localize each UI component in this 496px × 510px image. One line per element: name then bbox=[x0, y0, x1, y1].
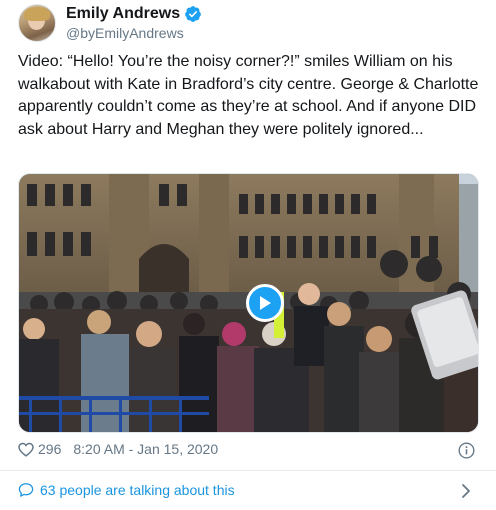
play-button[interactable] bbox=[246, 284, 284, 322]
divider bbox=[0, 470, 496, 471]
name-row: Emily Andrews bbox=[66, 4, 202, 23]
info-icon[interactable] bbox=[458, 442, 475, 459]
tweet-header: Emily Andrews @byEmilyAndrews bbox=[18, 4, 202, 42]
tweet-meta: 296 8:20 AM - Jan 15, 2020 bbox=[18, 441, 218, 457]
chevron-right-icon[interactable] bbox=[460, 483, 472, 499]
play-icon bbox=[260, 296, 271, 310]
video-player[interactable] bbox=[18, 173, 479, 433]
like-count[interactable]: 296 bbox=[38, 441, 61, 457]
display-name[interactable]: Emily Andrews bbox=[66, 4, 180, 23]
speech-bubble-icon bbox=[18, 483, 34, 497]
author-info: Emily Andrews @byEmilyAndrews bbox=[66, 4, 202, 42]
timestamp[interactable]: 8:20 AM - Jan 15, 2020 bbox=[73, 441, 218, 457]
avatar[interactable] bbox=[18, 4, 56, 42]
conversation-link[interactable]: 63 people are talking about this bbox=[18, 482, 235, 498]
tweet-text: Video: “Hello! You’re the noisy corner?!… bbox=[18, 53, 479, 138]
heart-icon[interactable] bbox=[18, 442, 34, 457]
handle[interactable]: @byEmilyAndrews bbox=[66, 24, 202, 42]
verified-badge-icon bbox=[185, 5, 201, 22]
conversation-label[interactable]: 63 people are talking about this bbox=[40, 482, 235, 498]
